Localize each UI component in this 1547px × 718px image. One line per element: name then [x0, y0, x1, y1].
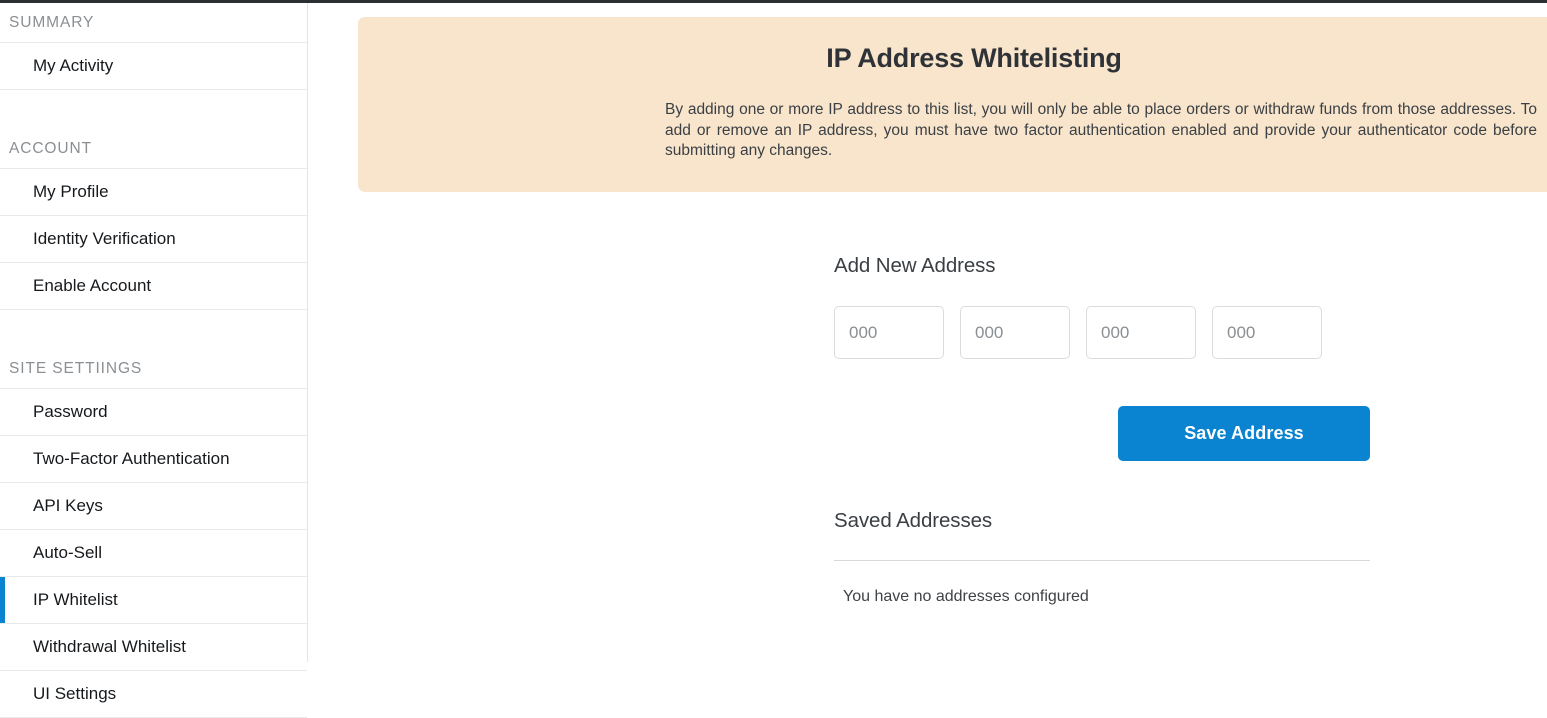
ip-octet-inputs: [834, 306, 1394, 359]
sidebar-item-two-factor-authentication[interactable]: Two-Factor Authentication: [0, 436, 309, 482]
sidebar-item-identity-verification[interactable]: Identity Verification: [0, 216, 309, 262]
add-address-form: Add New Address Save Address Saved Addre…: [834, 254, 1394, 605]
sidebar-item-label: Password: [33, 402, 108, 421]
add-address-heading: Add New Address: [834, 254, 996, 277]
info-banner: IP Address Whitelisting By adding one or…: [358, 17, 1547, 192]
saved-addresses-section: Saved Addresses You have no addresses co…: [834, 509, 1370, 606]
top-header-strip: [0, 0, 1547, 3]
sidebar-item-label: My Activity: [33, 56, 114, 75]
settings-sidebar: SUMMARY My Activity ACCOUNT My Profile Ident…: [0, 3, 309, 718]
sidebar-item-label: Enable Account: [33, 276, 152, 295]
sidebar-nav-list: SUMMARY My Activity ACCOUNT My Profile Ident…: [0, 3, 309, 718]
sidebar-item-api-keys[interactable]: API Keys: [0, 483, 309, 529]
save-address-button[interactable]: Save Address: [1118, 406, 1370, 461]
saved-addresses-heading: Saved Addresses: [834, 509, 993, 532]
page-title: IP Address Whitelisting: [826, 43, 1122, 73]
sidebar-item-password[interactable]: Password: [0, 389, 309, 435]
sidebar-section-title: SITE SETTIINGS: [9, 359, 143, 377]
sidebar-divider-line: [0, 309, 307, 310]
saved-addresses-divider: [834, 560, 1370, 561]
sidebar-item-label: Identity Verification: [33, 229, 176, 248]
sidebar-item-my-activity[interactable]: My Activity: [0, 43, 309, 89]
page-root: SUMMARY My Activity ACCOUNT My Profile Ident…: [0, 3, 1547, 718]
sidebar-item-auto-sell[interactable]: Auto-Sell: [0, 530, 309, 576]
ip-octet-input-2[interactable]: [960, 306, 1070, 359]
ip-octet-input-3[interactable]: [1086, 306, 1196, 359]
sidebar-item-ip-whitelist[interactable]: IP Whitelist: [0, 577, 309, 623]
main-content: IP Address Whitelisting By adding one or…: [309, 3, 1547, 697]
sidebar-item-label: Auto-Sell: [33, 543, 102, 562]
sidebar-section-title: ACCOUNT: [9, 139, 92, 157]
sidebar-item-withdrawal-whitelist[interactable]: Withdrawal Whitelist: [0, 624, 309, 670]
sidebar-item-label: My Profile: [33, 182, 109, 201]
banner-description: By adding one or more IP address to this…: [665, 101, 1537, 159]
sidebar-item-ui-settings[interactable]: UI Settings: [0, 671, 309, 717]
sidebar-item-label: Two-Factor Authentication: [33, 449, 230, 468]
sidebar-item-label: API Keys: [33, 496, 103, 515]
sidebar-item-enable-account[interactable]: Enable Account: [0, 263, 309, 309]
active-indicator-bar: [0, 577, 5, 623]
sidebar-divider: [307, 3, 308, 662]
sidebar-item-label: UI Settings: [33, 684, 117, 703]
sidebar-section-title: SUMMARY: [9, 13, 95, 31]
sidebar-item-label: Withdrawal Whitelist: [33, 637, 187, 656]
sidebar-divider-line: [0, 89, 307, 90]
saved-addresses-empty-message: You have no addresses configured: [843, 588, 1089, 605]
ip-octet-input-1[interactable]: [834, 306, 944, 359]
sidebar-item-my-profile[interactable]: My Profile: [0, 169, 309, 215]
sidebar-item-label: IP Whitelist: [33, 590, 118, 609]
ip-octet-input-4[interactable]: [1212, 306, 1322, 359]
